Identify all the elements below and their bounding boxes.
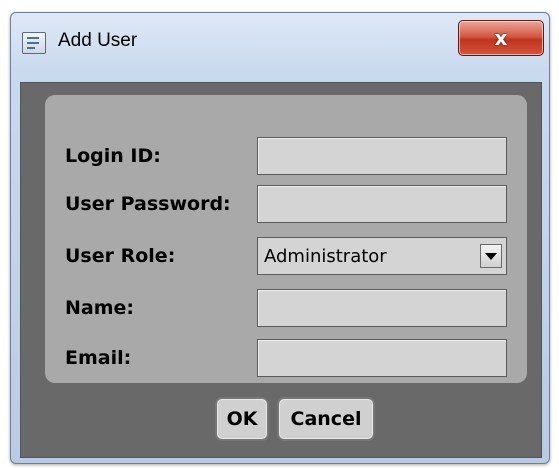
cancel-button[interactable]: Cancel <box>277 397 375 441</box>
user-role-label: User Role: <box>65 245 176 267</box>
dialog-body: Login ID: User Password: User Role: Admi… <box>20 82 542 458</box>
email-input[interactable] <box>257 339 507 377</box>
window-title: Add User <box>58 30 138 51</box>
user-role-row: User Role: Administrator <box>45 237 527 277</box>
login-id-label: Login ID: <box>65 145 161 167</box>
dropdown-arrow-icon[interactable] <box>480 244 502 268</box>
login-id-row: Login ID: <box>45 137 527 177</box>
name-row: Name: <box>45 289 527 329</box>
form-panel: Login ID: User Password: User Role: Admi… <box>45 95 527 383</box>
user-role-select[interactable]: Administrator <box>257 237 507 275</box>
close-button[interactable]: x <box>458 20 544 56</box>
user-role-value: Administrator <box>264 246 387 267</box>
password-input[interactable] <box>257 185 507 223</box>
add-user-dialog: Add User x Login ID: User Password: User… <box>10 12 550 464</box>
title-bar[interactable]: Add User x <box>10 12 550 76</box>
password-label: User Password: <box>65 193 231 215</box>
ok-button[interactable]: OK <box>215 397 269 441</box>
name-label: Name: <box>65 297 135 319</box>
name-input[interactable] <box>257 289 507 327</box>
app-icon <box>22 32 46 54</box>
password-row: User Password: <box>45 185 527 225</box>
email-row: Email: <box>45 339 527 379</box>
email-label: Email: <box>65 347 132 369</box>
close-icon: x <box>494 26 508 50</box>
login-id-input[interactable] <box>257 137 507 175</box>
